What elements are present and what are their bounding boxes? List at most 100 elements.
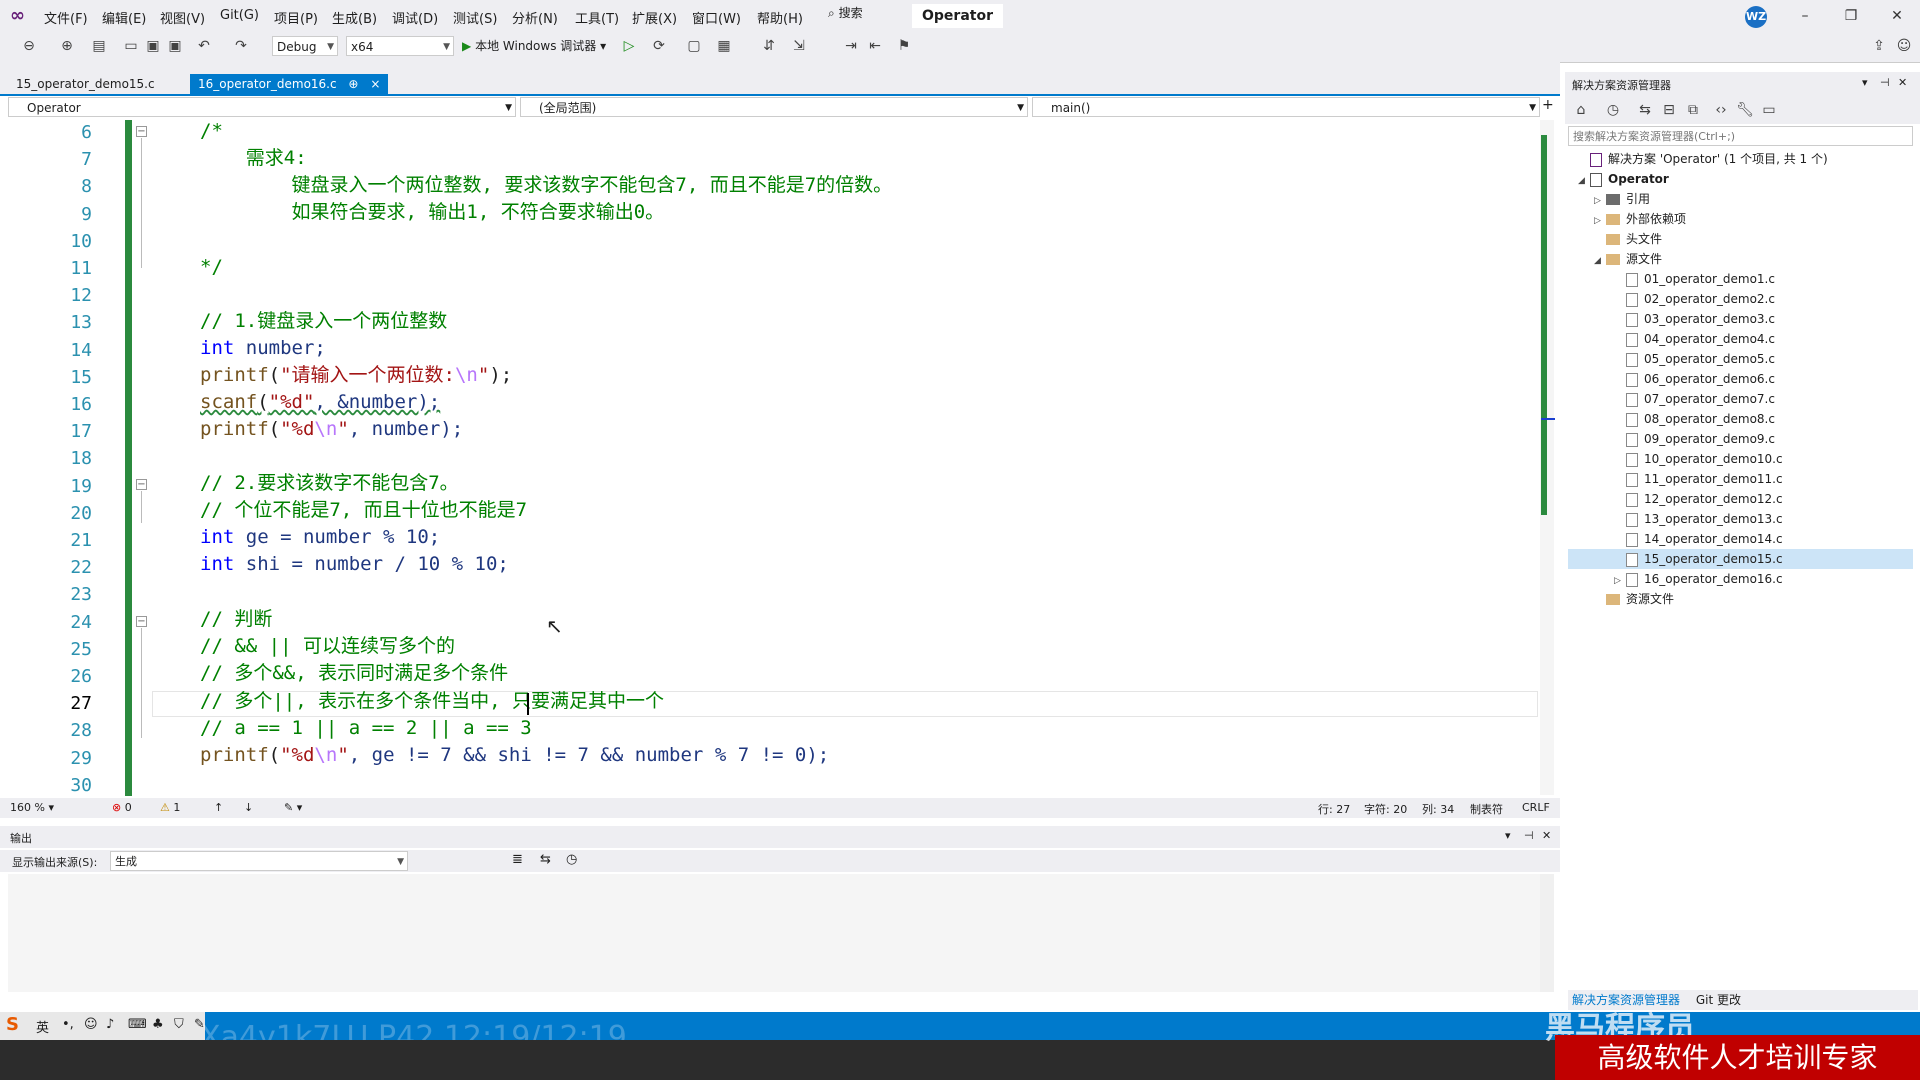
start-debugging-button[interactable]: ▶ 本地 Windows 调试器 ▾	[462, 37, 606, 55]
tree-file[interactable]: 04_operator_demo4.c	[1568, 329, 1913, 349]
user-avatar[interactable]: WZ	[1745, 6, 1767, 28]
sogou-icon[interactable]: S	[6, 1014, 19, 1035]
tree-file[interactable]: 08_operator_demo8.c	[1568, 409, 1913, 429]
menu-item[interactable]: 扩展(X)	[632, 8, 677, 27]
tree-file[interactable]: 01_operator_demo1.c	[1568, 269, 1913, 289]
tree-project[interactable]: ◢ Operator	[1568, 169, 1913, 189]
forward-icon[interactable]: ⊕	[58, 37, 76, 55]
tab-close-icon[interactable]: ×	[370, 77, 380, 91]
menu-item[interactable]: 视图(V)	[160, 8, 205, 27]
se-dropdown-icon[interactable]: ▾	[1862, 76, 1868, 89]
column-indicator[interactable]: 列: 34	[1422, 801, 1454, 817]
share-icon[interactable]: ⇪	[1870, 37, 1888, 55]
indent-indicator[interactable]: 制表符	[1470, 801, 1503, 817]
member-select[interactable]: main() ▼	[1032, 97, 1540, 117]
panel-close-icon[interactable]: ✕	[1542, 829, 1551, 842]
save-icon[interactable]: ▣	[144, 37, 162, 55]
run-without-debug-icon[interactable]: ▷	[620, 37, 638, 55]
preview-icon[interactable]: ▭	[1760, 101, 1778, 119]
save-all-icon[interactable]: ▣	[166, 37, 184, 55]
menu-item[interactable]: 项目(P)	[274, 8, 318, 27]
collapsed-icon[interactable]: ▷	[1594, 191, 1606, 211]
menu-item[interactable]: 帮助(H)	[757, 8, 803, 27]
folder-icon[interactable]: ▢	[685, 37, 703, 55]
bookmark-icon[interactable]: ⚑	[895, 37, 913, 55]
window-icon[interactable]: ▦	[715, 37, 733, 55]
new-project-icon[interactable]: ▤	[90, 37, 108, 55]
se-close-icon[interactable]: ✕	[1898, 76, 1907, 89]
keyboard-icon[interactable]: ⌨	[128, 1017, 147, 1032]
close-window-icon[interactable]: ✕	[1882, 6, 1912, 26]
expanded-icon[interactable]: ◢	[1594, 251, 1606, 271]
properties-icon[interactable]: 🔧︎	[1736, 101, 1754, 119]
menu-item[interactable]: Git(G)	[220, 8, 259, 23]
collapse-icon[interactable]: −	[136, 616, 147, 627]
se-pin-icon[interactable]: ⊣	[1880, 76, 1890, 89]
tree-file[interactable]: ▷ 16_operator_demo16.c	[1568, 569, 1913, 589]
undo-icon[interactable]: ↶	[195, 37, 213, 55]
output-text-area[interactable]	[8, 874, 1546, 992]
menu-item[interactable]: 调试(D)	[392, 8, 438, 27]
format-icon[interactable]: ⇵	[760, 37, 778, 55]
tree-references[interactable]: ▷ 引用	[1568, 189, 1913, 209]
tree-file[interactable]: 05_operator_demo5.c	[1568, 349, 1913, 369]
tree-file[interactable]: 14_operator_demo14.c	[1568, 529, 1913, 549]
feedback-icon[interactable]: ☺	[1895, 37, 1913, 55]
word-wrap-icon[interactable]: ≣	[512, 852, 523, 867]
char-indicator[interactable]: 字符: 20	[1364, 801, 1407, 817]
visual-studio-logo-icon[interactable]: ∞	[10, 6, 32, 26]
refresh-icon[interactable]: ⟳	[650, 37, 668, 55]
configuration-select[interactable]: Debug ▼	[272, 36, 338, 56]
tree-file[interactable]: 07_operator_demo7.c	[1568, 389, 1913, 409]
tab-git-changes[interactable]: Git 更改	[1696, 993, 1741, 1007]
mic-icon[interactable]: ♪	[106, 1017, 114, 1032]
panel-dropdown-icon[interactable]: ▾	[1505, 829, 1511, 842]
step-icon[interactable]: ⇲	[790, 37, 808, 55]
collapsed-icon[interactable]: ▷	[1614, 571, 1626, 591]
platform-select[interactable]: x64 ▼	[346, 36, 454, 56]
warning-count[interactable]: ⚠ 1	[160, 801, 180, 814]
toggle-icon[interactable]: ⇆	[540, 852, 551, 867]
menu-item[interactable]: 窗口(W)	[692, 8, 741, 27]
code-view-icon[interactable]: ‹›	[1712, 101, 1730, 119]
tree-external-deps[interactable]: ▷ 外部依赖项	[1568, 209, 1913, 229]
clock-icon[interactable]: ◷	[566, 852, 577, 867]
tree-resource-files[interactable]: 资源文件	[1568, 589, 1913, 609]
menu-item[interactable]: 分析(N)	[512, 8, 558, 27]
collapse-icon[interactable]: −	[136, 126, 147, 137]
expanded-icon[interactable]: ◢	[1578, 171, 1590, 191]
tree-file[interactable]: 10_operator_demo10.c	[1568, 449, 1913, 469]
split-add-icon[interactable]: +	[1542, 97, 1554, 113]
back-icon[interactable]: ⊖	[20, 37, 38, 55]
tab-demo16[interactable]: 16_operator_demo16.c ⊕ ×	[190, 74, 389, 94]
home-icon[interactable]: ⌂	[1572, 101, 1590, 119]
prev-issue-icon[interactable]: ↑	[214, 801, 223, 814]
shirt-icon[interactable]: ⛉	[174, 1017, 184, 1032]
next-issue-icon[interactable]: ↓	[244, 801, 253, 814]
tree-file[interactable]: 03_operator_demo3.c	[1568, 309, 1913, 329]
outdent-icon[interactable]: ⇤	[866, 37, 884, 55]
line-indicator[interactable]: 行: 27	[1318, 801, 1350, 817]
history-icon[interactable]: ◷	[1604, 101, 1622, 119]
emoji-icon[interactable]: ☺	[84, 1017, 98, 1032]
minimize-icon[interactable]: –	[1790, 6, 1820, 26]
collapse-all-icon[interactable]: ⊟	[1660, 101, 1678, 119]
pin-icon[interactable]: ⊕	[348, 77, 358, 91]
tree-file[interactable]: 15_operator_demo15.c	[1568, 549, 1913, 569]
redo-icon[interactable]: ↷	[232, 37, 250, 55]
tree-file[interactable]: 09_operator_demo9.c	[1568, 429, 1913, 449]
menu-item[interactable]: 文件(F)	[44, 8, 88, 27]
eol-indicator[interactable]: CRLF	[1522, 801, 1550, 814]
menu-item[interactable]: 生成(B)	[332, 8, 377, 27]
tree-file[interactable]: 12_operator_demo12.c	[1568, 489, 1913, 509]
zoom-select[interactable]: 160 % ▾	[10, 801, 54, 814]
indent-icon[interactable]: ⇥	[842, 37, 860, 55]
error-count[interactable]: ⊗ 0	[112, 801, 132, 814]
output-scrollbar[interactable]	[1540, 874, 1554, 992]
menu-item[interactable]: 编辑(E)	[102, 8, 146, 27]
show-all-files-icon[interactable]: ⧉	[1684, 101, 1702, 119]
tree-source-files[interactable]: ◢ 源文件	[1568, 249, 1913, 269]
tree-file[interactable]: 06_operator_demo6.c	[1568, 369, 1913, 389]
skin-icon[interactable]: ♣	[152, 1017, 164, 1032]
search-button[interactable]: ⌕ 搜索	[828, 4, 910, 28]
